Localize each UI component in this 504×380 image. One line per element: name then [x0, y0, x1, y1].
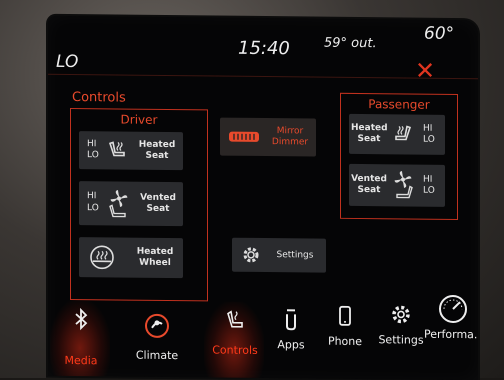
controls-icon — [227, 310, 243, 328]
nav-settings[interactable]: Settings — [372, 303, 430, 376]
driver-temp[interactable]: LO — [56, 52, 78, 72]
heated-seat-icon — [395, 125, 412, 141]
vented-seat-icon — [394, 170, 413, 199]
bottom-nav: Media Climate Controls Apps Phone Settin… — [48, 294, 478, 380]
passenger-vented-seat-button[interactable]: Vented Seat HI LO — [349, 163, 445, 207]
mirror-icon — [229, 131, 259, 142]
heated-seat-icon — [108, 141, 125, 157]
nav-settings-label: Settings — [378, 333, 424, 347]
close-icon[interactable]: ✕ — [414, 57, 436, 85]
mirror-dimmer-label-1: Mirror — [276, 126, 304, 137]
nav-apps[interactable]: Apps — [262, 302, 320, 375]
nav-media-label: Media — [64, 353, 98, 368]
hi-label: HI — [87, 191, 97, 202]
nav-phone-label: Phone — [327, 334, 363, 349]
heated-seat-label-1: Heated — [351, 122, 388, 134]
passenger-heated-seat-button[interactable]: Heated Seat HI LO — [349, 113, 445, 155]
gear-icon — [243, 247, 259, 263]
vented-seat-label-2: Seat — [357, 184, 381, 196]
driver-heated-seat-button[interactable]: HI LO Heated Seat — [79, 131, 183, 171]
mirror-dimmer-label-2: Dimmer — [271, 137, 309, 148]
phone-icon — [339, 305, 351, 326]
driver-label: Driver — [120, 112, 158, 127]
vented-seat-label-2: Seat — [146, 203, 170, 215]
hi-label: HI — [423, 174, 433, 185]
climate-icon — [145, 313, 169, 338]
hi-label: HI — [423, 123, 433, 134]
settings-label: Settings — [276, 250, 314, 261]
lo-label: LO — [423, 134, 435, 145]
driver-panel: Driver HI LO Heated Seat HI LO Vented Se… — [70, 107, 208, 302]
page-title: Controls — [72, 89, 126, 106]
clock: 15:40 — [238, 37, 290, 60]
heated-wheel-label-2: Wheel — [139, 257, 171, 269]
controls-settings-button[interactable]: Settings — [232, 237, 326, 273]
nav-apps-label: Apps — [277, 338, 305, 352]
infotainment-screen: LO 15:40 59° out. 60° ✕ Controls Driver … — [48, 15, 478, 380]
nav-media[interactable]: Media — [52, 300, 110, 373]
heated-seat-label-1: Heated — [138, 139, 176, 151]
nav-performance[interactable]: Performa... — [424, 294, 478, 377]
lo-label: LO — [87, 203, 99, 214]
driver-vented-seat-button[interactable]: HI LO Vented Seat — [79, 181, 183, 227]
passenger-temp[interactable]: 60° — [424, 24, 454, 44]
nav-climate-label: Climate — [135, 348, 179, 363]
vented-seat-icon — [109, 189, 128, 218]
outside-temp: 59° out. — [324, 35, 377, 52]
heated-wheel-label-1: Heated — [136, 246, 174, 258]
lo-label: LO — [87, 150, 99, 161]
heated-seat-label-2: Seat — [145, 150, 169, 162]
passenger-panel: Passenger Heated Seat HI LO Vented Seat … — [340, 92, 458, 221]
nav-controls[interactable]: Controls — [206, 301, 264, 374]
vented-seat-label-1: Vented — [140, 192, 176, 204]
heated-wheel-icon — [90, 245, 114, 270]
mirror-dimmer-button[interactable]: Mirror Dimmer — [220, 117, 316, 157]
nav-controls-label: Controls — [212, 343, 258, 357]
passenger-label: Passenger — [368, 97, 430, 112]
gear-icon — [392, 305, 410, 324]
vented-seat-label-1: Vented — [351, 173, 387, 185]
gauge-icon — [439, 294, 467, 323]
apps-icon — [286, 309, 296, 331]
driver-heated-wheel-button[interactable]: Heated Wheel — [79, 237, 183, 279]
hi-label: HI — [87, 139, 97, 150]
nav-performance-label: Performa... — [424, 327, 478, 342]
lo-label: LO — [423, 185, 435, 196]
bluetooth-icon — [75, 307, 88, 331]
nav-phone[interactable]: Phone — [316, 303, 374, 376]
nav-climate[interactable]: Climate — [128, 301, 186, 374]
heated-seat-label-2: Seat — [357, 133, 381, 145]
